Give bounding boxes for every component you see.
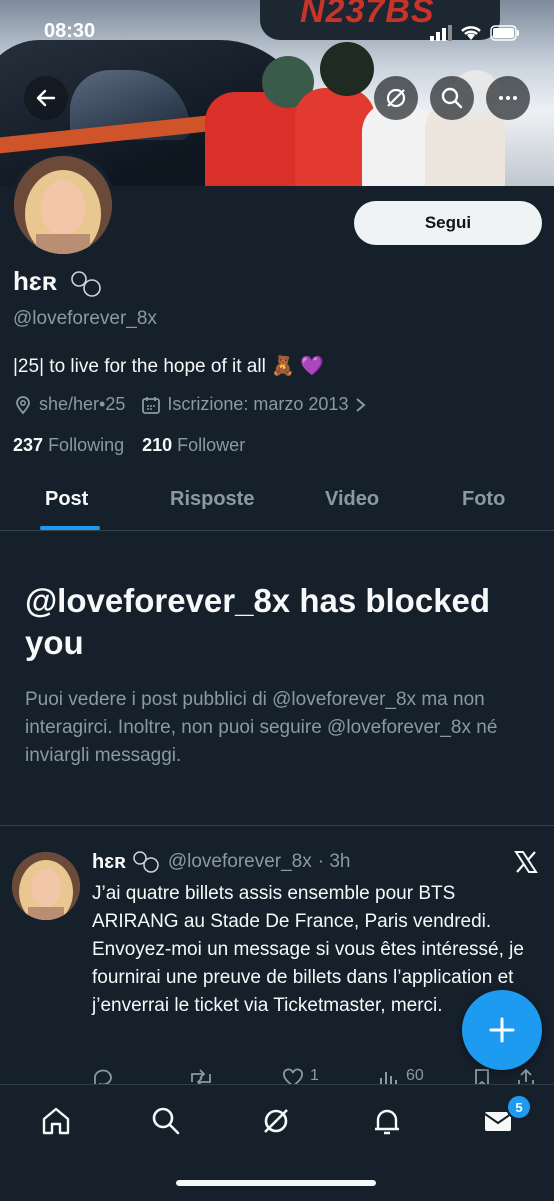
- location-icon: [16, 395, 30, 414]
- profile-tabs: Post Risposte Video Foto: [0, 472, 554, 531]
- profile-meta-row: she/her•25 Iscrizione: marzo 2013: [13, 394, 368, 415]
- follow-button[interactable]: Segui: [354, 201, 542, 245]
- profile-joined: Iscrizione: marzo 2013: [167, 394, 349, 414]
- profile-pronouns: she/her•25: [39, 394, 126, 414]
- calendar-icon: [142, 396, 161, 414]
- followers-link[interactable]: 210 Follower: [142, 435, 245, 456]
- followers-label: Follower: [177, 435, 246, 455]
- profile-counts-row: 237 Following 210 Follower: [13, 435, 245, 456]
- more-button[interactable]: [486, 76, 530, 120]
- nav-home[interactable]: [36, 1101, 76, 1141]
- search-icon: [441, 87, 463, 109]
- home-icon: [42, 1107, 70, 1135]
- grok-icon: [264, 1109, 288, 1133]
- search-button[interactable]: [430, 76, 474, 120]
- post-avatar-photo: [12, 852, 80, 920]
- post-avatar[interactable]: [12, 852, 80, 920]
- post-author-handle: @loveforever_8x: [167, 851, 312, 872]
- blocked-title: @loveforever_8x has blocked you: [25, 582, 491, 661]
- messages-badge: 5: [506, 1094, 532, 1120]
- notifications-icon: [375, 1109, 399, 1135]
- nav-search[interactable]: [146, 1101, 186, 1141]
- compose-post-button[interactable]: [462, 990, 542, 1070]
- like-count: 1: [310, 1067, 319, 1084]
- chevron-right-icon[interactable]: [354, 396, 368, 414]
- tab-risposte[interactable]: Risposte: [170, 488, 254, 511]
- views-count: 60: [406, 1067, 424, 1084]
- post-header: hɛʀ @loveforever_8x · 3h: [92, 850, 351, 874]
- back-button[interactable]: [24, 76, 68, 120]
- blocked-description: Puoi vedere i post pubblici di @lovefore…: [25, 689, 498, 766]
- profile-handle: @loveforever_8x: [13, 308, 157, 329]
- plus-icon: [489, 1017, 515, 1043]
- divider: [0, 825, 554, 826]
- profile-display-name: hɛʀ: [13, 266, 57, 296]
- bubbles-icon: [133, 851, 159, 873]
- tab-post[interactable]: Post: [45, 488, 88, 511]
- active-tab-indicator: [40, 526, 100, 530]
- banner-registration-text: N237BS: [300, 0, 435, 30]
- nav-grok[interactable]: [256, 1101, 296, 1141]
- back-arrow-icon: [36, 89, 56, 107]
- status-time: 08:30: [44, 20, 96, 42]
- banner-person-helmet: [320, 42, 374, 96]
- post-time: · 3h: [317, 851, 351, 872]
- wifi-icon: [461, 26, 481, 40]
- tab-video[interactable]: Video: [325, 488, 379, 511]
- nav-notifications[interactable]: [367, 1101, 407, 1141]
- status-icons: [430, 24, 520, 42]
- more-icon: [499, 96, 517, 100]
- avatar-photo: [14, 156, 112, 254]
- signal-icon: [430, 25, 452, 41]
- bubbles-icon: [71, 271, 101, 297]
- search-icon: [152, 1107, 180, 1135]
- grok-icon: [386, 88, 406, 108]
- post-text: J’ai quatre billets assis ensemble pour …: [92, 883, 524, 1016]
- following-count: 237: [13, 435, 44, 455]
- post-author-name[interactable]: hɛʀ: [92, 851, 126, 874]
- grok-button[interactable]: [374, 76, 418, 120]
- x-logo-icon: [514, 851, 538, 873]
- battery-icon: [490, 25, 519, 41]
- following-link[interactable]: 237 Following: [13, 435, 124, 456]
- profile-avatar[interactable]: [10, 152, 116, 258]
- tab-foto[interactable]: Foto: [462, 488, 505, 511]
- profile-bio: |25| to live for the hope of it all 🧸 💜: [13, 356, 324, 377]
- home-indicator[interactable]: [176, 1180, 376, 1186]
- followers-count: 210: [142, 435, 173, 455]
- following-label: Following: [48, 435, 125, 455]
